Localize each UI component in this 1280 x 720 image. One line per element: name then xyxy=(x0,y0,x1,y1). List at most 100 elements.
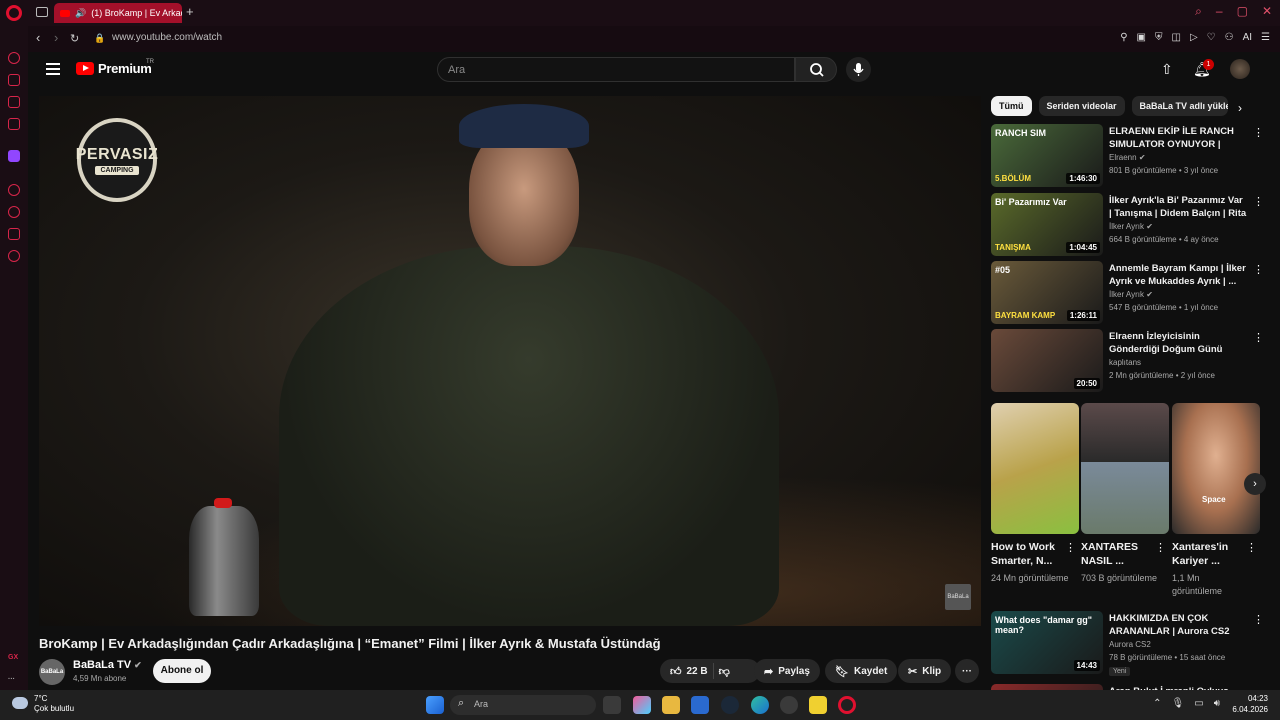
voice-search-button[interactable] xyxy=(846,57,871,82)
channel-name[interactable]: BaBaLa TV ✔ xyxy=(73,659,142,671)
short-card[interactable]: How to Work Smarter, N... 24 Mn görüntül… xyxy=(991,403,1079,603)
player-sidebar-icon[interactable] xyxy=(8,184,20,196)
short-menu-icon[interactable]: ⋮ xyxy=(1065,541,1076,554)
recommendation-channel[interactable]: Elraenn ✔ xyxy=(1109,153,1146,162)
recommendation-menu-icon[interactable]: ⋮ xyxy=(1253,331,1264,344)
maximize-button[interactable]: ▢ xyxy=(1237,4,1248,19)
opera-gx-taskbar-icon[interactable] xyxy=(838,696,856,714)
steam-icon[interactable] xyxy=(721,696,739,714)
short-title[interactable]: How to Work Smarter, N... xyxy=(991,540,1063,568)
recommendation-thumbnail[interactable]: Bi' Pazarımız Var TANIŞMA 1:04:45 xyxy=(991,193,1103,256)
clip-button[interactable]: ✂ Klip xyxy=(898,659,952,683)
gx-control-icon[interactable] xyxy=(8,52,20,64)
chip-channel-uploads[interactable]: BaBaLa TV adlı yükle xyxy=(1131,96,1228,116)
game-app-icon[interactable] xyxy=(780,696,798,714)
recommendation-title[interactable]: Annemle Bayram Kampı | İlker Ayrık ve Mu… xyxy=(1109,262,1247,288)
recommendation-title[interactable]: HAKKIMIZDA EN ÇOK ARANANLAR | Aurora CS2 xyxy=(1109,612,1247,638)
recommendation-card[interactable]: RANCH SIM 5.BÖLÜM 1:46:30 ELRAENN EKİP İLE … xyxy=(991,124,1271,188)
short-thumbnail[interactable] xyxy=(991,403,1079,534)
chip-series[interactable]: Seriden videolar xyxy=(1038,96,1125,116)
dislike-icon[interactable]: 👎︎ xyxy=(719,665,730,678)
new-tab-button[interactable]: + xyxy=(186,4,194,19)
app-icon[interactable] xyxy=(809,696,827,714)
chip-all[interactable]: Tümü xyxy=(991,96,1032,116)
shorts-next-button[interactable]: › xyxy=(1244,473,1266,495)
video-player[interactable]: PERVASIZ CAMPING BaBaLa xyxy=(39,96,981,626)
edge-icon[interactable] xyxy=(751,696,769,714)
recommendation-card[interactable]: 20:50 Elraenn İzleyicisinin Gönderdiği Do… xyxy=(991,329,1271,393)
like-count[interactable]: 22 B xyxy=(687,666,708,677)
more-actions-button[interactable]: ··· xyxy=(955,659,979,683)
speaker-icon[interactable]: 🔊 xyxy=(75,8,86,19)
volume-icon[interactable]: 🔊︎ xyxy=(1214,698,1220,709)
subscribe-button[interactable]: Abone ol xyxy=(153,659,211,683)
url-field[interactable]: www.youtube.com/watch xyxy=(112,32,222,43)
search-input[interactable]: Ara xyxy=(437,57,795,82)
windows-start-icon[interactable] xyxy=(426,696,444,714)
snapshot-icon[interactable]: ▣ xyxy=(1137,32,1146,43)
heart-icon[interactable]: ♡ xyxy=(1207,32,1216,43)
recommendation-menu-icon[interactable]: ⋮ xyxy=(1253,263,1264,276)
recommendation-channel[interactable]: İlker Ayrık ✔ xyxy=(1109,222,1153,231)
short-card[interactable]: Space Xantares'in Kariyer ... 1,1 Mn gör… xyxy=(1172,403,1260,603)
account-icon[interactable]: ⚇ xyxy=(1225,32,1234,43)
save-button[interactable]: 🔖︎ Kaydet xyxy=(825,659,898,683)
upload-icon[interactable]: ⇧ xyxy=(1161,61,1173,78)
cube-icon[interactable]: ◫ xyxy=(1171,32,1180,43)
close-button[interactable]: ✕ xyxy=(1262,4,1272,19)
reload-icon[interactable]: ↻ xyxy=(70,32,79,45)
back-icon[interactable]: ‹ xyxy=(36,30,40,45)
shield-icon[interactable]: ⛨ xyxy=(1155,32,1163,43)
recommendation-title[interactable]: ELRAENN EKİP İLE RANCH SIMULATOR OYNUYOR… xyxy=(1109,125,1247,151)
player-icon[interactable]: ▷ xyxy=(1190,32,1198,43)
pin-icon[interactable]: ⚲ xyxy=(1120,32,1127,43)
taskbar-search[interactable]: Ara xyxy=(450,695,596,715)
short-thumbnail[interactable] xyxy=(1081,403,1169,534)
share-button[interactable]: ➦ Paylaş xyxy=(754,659,820,683)
weather-widget[interactable]: 7°C Çok bulutlu xyxy=(34,694,74,714)
recommendation-thumbnail[interactable]: What does "damar gg" mean? 14:43 xyxy=(991,611,1103,674)
recommendation-channel[interactable]: İlker Ayrık ✔ xyxy=(1109,290,1153,299)
settings-icon[interactable] xyxy=(8,250,20,262)
workspaces-icon[interactable] xyxy=(36,7,48,17)
short-card[interactable]: XANTARES NASIL ... 703 B görüntüleme ⋮ xyxy=(1081,403,1169,603)
file-explorer-icon[interactable] xyxy=(662,696,680,714)
forward-icon[interactable]: › xyxy=(54,30,58,45)
short-title[interactable]: XANTARES NASIL ... xyxy=(1081,540,1153,568)
task-view-icon[interactable] xyxy=(603,696,621,714)
recommendation-card[interactable]: Bi' Pazarımız Var TANIŞMA 1:04:45 İlker Ayr… xyxy=(991,193,1271,257)
account-avatar[interactable] xyxy=(1230,59,1250,79)
minimize-button[interactable]: – xyxy=(1216,4,1223,19)
channel-avatar[interactable]: BaBaLa xyxy=(39,659,65,685)
recommendation-menu-icon[interactable]: ⋮ xyxy=(1253,613,1264,626)
more-icon[interactable]: ··· xyxy=(8,676,15,683)
recommendation-menu-icon[interactable]: ⋮ xyxy=(1253,195,1264,208)
like-icon[interactable]: 👍︎ xyxy=(670,665,682,678)
recommendation-title[interactable]: İlker Ayrık'la Bi' Pazarımız Var | Tanış… xyxy=(1109,194,1247,220)
recommendation-thumbnail[interactable]: RANCH SIM 5.BÖLÜM 1:46:30 xyxy=(991,124,1103,187)
short-thumbnail[interactable]: Space xyxy=(1172,403,1260,534)
clock[interactable]: 04:23 6.04.2026 xyxy=(1232,693,1268,715)
extensions-icon[interactable] xyxy=(8,228,20,240)
branding-watermark[interactable]: BaBaLa xyxy=(945,584,971,610)
ai-button[interactable]: AI xyxy=(1243,32,1252,43)
recommendation-card[interactable]: What does "damar gg" mean? 14:43 HAKKIMIZD… xyxy=(991,611,1271,676)
tray-overflow-icon[interactable]: ⌃ xyxy=(1153,698,1161,709)
chips-next-icon[interactable]: › xyxy=(1238,101,1242,115)
short-menu-icon[interactable]: ⋮ xyxy=(1246,541,1257,554)
messenger-icon[interactable] xyxy=(8,96,20,108)
guide-menu-icon[interactable] xyxy=(46,63,60,75)
opera-logo-icon[interactable] xyxy=(6,5,22,21)
search-tabs-icon[interactable]: ⌕ xyxy=(1195,4,1202,19)
recommendation-card[interactable]: #05 BAYRAM KAMP 1:26:11 Annemle Bayram Kamp… xyxy=(991,261,1271,325)
recommendation-thumbnail[interactable]: 20:50 xyxy=(991,329,1103,392)
copilot-icon[interactable] xyxy=(633,696,651,714)
gx-corner-icon[interactable] xyxy=(8,74,20,86)
network-icon[interactable]: ▭ xyxy=(1194,698,1203,709)
search-button[interactable] xyxy=(795,57,837,82)
mic-tray-icon[interactable]: 🎙︎ xyxy=(1172,698,1185,709)
youtube-logo[interactable]: Premium TR xyxy=(76,59,154,76)
recommendation-thumbnail[interactable]: #05 BAYRAM KAMP 1:26:11 xyxy=(991,261,1103,324)
browser-tab-active[interactable]: 🔊 (1) BroKamp | Ev Arkada xyxy=(54,3,182,23)
twitch-icon[interactable] xyxy=(8,150,20,162)
